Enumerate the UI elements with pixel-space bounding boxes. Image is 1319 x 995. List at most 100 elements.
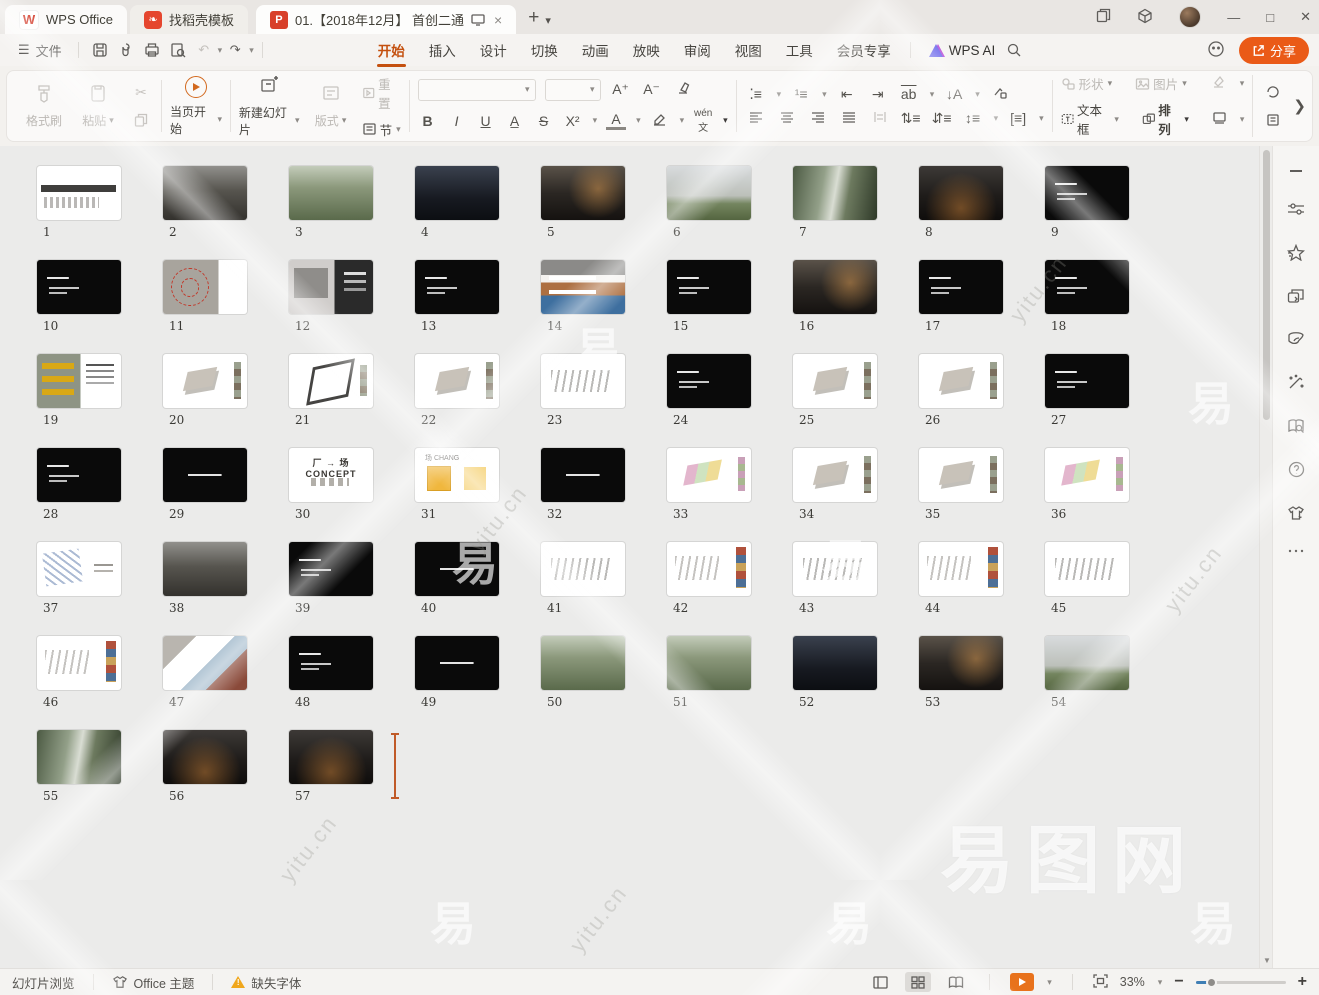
slide-thumbnail-13[interactable] [415,260,499,314]
more-options-icon[interactable] [1287,548,1305,554]
ribbon-tab-开始[interactable]: 开始 [367,35,416,65]
italic-button[interactable]: I [447,113,467,129]
slide-thumbnail-26[interactable] [919,354,1003,408]
signature-hand-icon[interactable] [1287,331,1305,347]
bullet-list-icon[interactable]: ⁚≡ [745,86,767,103]
tab-document[interactable]: P 01.【2018年12月】 首创二通 × [256,5,516,34]
new-tab-button[interactable]: + [528,7,539,29]
decrease-font-icon[interactable]: A⁻ [641,81,663,98]
normal-view-button[interactable] [867,972,893,992]
slide-thumbnail-6[interactable] [667,166,751,220]
slide-thumbnail-25[interactable] [793,354,877,408]
tab-docer-templates[interactable]: ❧ 找稻壳模板 [130,5,248,34]
maximize-button[interactable]: □ [1266,10,1274,25]
quickbar-chevron-icon[interactable]: ▾ [249,45,254,56]
slide-thumbnail-52[interactable] [793,636,877,690]
line-spacing-icon[interactable]: ↕≡ [962,110,984,126]
section-button[interactable]: 节▾ [362,120,401,139]
redo-icon[interactable]: ↷ [222,39,248,61]
text-direction-icon[interactable]: ↓A [943,86,965,102]
slide-thumbnail-10[interactable] [37,260,121,314]
effects-star-icon[interactable] [1287,244,1305,261]
slide-thumbnail-23[interactable] [541,354,625,408]
zoom-slider[interactable] [1196,981,1286,984]
slide-thumbnail-38[interactable] [163,542,247,596]
wps-ai-button[interactable]: WPS AI [929,43,996,58]
fit-to-window-icon[interactable] [1093,974,1108,991]
slide-thumbnail-14[interactable] [541,260,625,314]
slide-thumbnail-39[interactable] [289,542,373,596]
theme-button[interactable]: Office 主题 [112,973,195,992]
ribbon-tab-插入[interactable]: 插入 [418,35,467,65]
column-spacing-icon[interactable]: ⇵≡ [931,110,953,127]
slide-thumbnail-44[interactable] [919,542,1003,596]
align-right-icon[interactable] [807,110,829,126]
slide-thumbnail-36[interactable] [1045,448,1129,502]
scrollbar-down-arrow-icon[interactable]: ▼ [1263,956,1271,965]
align-objects-icon[interactable]: [≡] [1007,110,1029,126]
window-stack-icon[interactable] [1096,8,1111,26]
animation-swap-icon[interactable] [1287,288,1305,304]
slide-thumbnail-15[interactable] [667,260,751,314]
scrollbar-thumb[interactable] [1263,150,1270,420]
ribbon-tab-工具[interactable]: 工具 [775,35,824,65]
textbox-button[interactable]: 文本框▾ [1061,100,1119,138]
slide-thumbnail-29[interactable] [163,448,247,502]
slide-thumbnail-45[interactable] [1045,542,1129,596]
justify-icon[interactable] [838,110,860,126]
slideshow-settings-icon[interactable] [1210,111,1230,128]
align-center-icon[interactable] [776,110,798,126]
numbered-list-icon[interactable]: ¹≡ [790,86,812,102]
increase-font-icon[interactable]: A⁺ [610,81,632,98]
properties-sliders-icon[interactable] [1287,201,1305,217]
slide-thumbnail-3[interactable] [289,166,373,220]
help-icon[interactable] [1288,461,1305,478]
slide-thumbnail-18[interactable] [1045,260,1129,314]
slide-thumbnail-48[interactable] [289,636,373,690]
tab-wps-home[interactable]: W WPS Office [5,5,127,34]
slide-thumbnail-55[interactable] [37,730,121,784]
zoom-in-button[interactable]: + [1298,973,1307,991]
ribbon-tab-切换[interactable]: 切换 [520,35,569,65]
tab-close-icon[interactable]: × [494,12,502,28]
pinyin-guide-button[interactable]: wén文 [693,108,713,134]
slide-thumbnail-7[interactable] [793,166,877,220]
3d-cube-icon[interactable] [1137,8,1153,27]
document-find-icon[interactable] [1287,418,1305,434]
print-preview-icon[interactable] [165,39,191,61]
slide-thumbnail-35[interactable] [919,448,1003,502]
sticker-icon[interactable] [1207,40,1225,61]
ribbon-tab-放映[interactable]: 放映 [622,35,671,65]
char-border-button[interactable]: A̲ [505,113,525,129]
slide-sorter-view-button[interactable] [905,972,931,992]
clear-format-icon[interactable] [672,81,694,98]
play-options-chevron-icon[interactable]: ▾ [1047,977,1052,988]
slide-thumbnail-4[interactable] [415,166,499,220]
missing-font-warning[interactable]: 缺失字体 [231,973,301,992]
char-spacing-icon[interactable]: ab [898,86,920,102]
ribbon-tab-视图[interactable]: 视图 [724,35,773,65]
toolbar-expand-chevron-icon[interactable]: ❯ [1293,97,1306,115]
vertical-scrollbar[interactable]: ▼ [1259,146,1272,968]
magic-wand-icon[interactable] [1287,374,1305,391]
slide-thumbnail-53[interactable] [919,636,1003,690]
play-from-current-button[interactable]: 当页开始▾ [170,76,222,137]
user-avatar[interactable] [1179,6,1201,28]
ribbon-tab-审阅[interactable]: 审阅 [673,35,722,65]
slide-thumbnail-8[interactable] [919,166,1003,220]
present-mode-icon[interactable] [471,14,485,26]
slide-thumbnail-11[interactable] [163,260,247,314]
minimize-button[interactable]: — [1227,10,1240,25]
font-size-select[interactable]: ▾ [545,79,601,101]
slide-thumbnail-12[interactable] [289,260,373,314]
increase-indent-icon[interactable]: ⇥ [867,86,889,103]
slide-thumbnail-34[interactable] [793,448,877,502]
search-icon[interactable] [1001,39,1027,61]
ribbon-tab-会员专享[interactable]: 会员专享 [826,35,902,65]
underline-button[interactable]: U [476,113,496,129]
row-spacing-icon[interactable]: ⇅≡ [900,110,922,127]
slide-thumbnail-54[interactable] [1045,636,1129,690]
font-family-select[interactable]: ▾ [418,79,536,101]
slide-thumbnail-43[interactable] [793,542,877,596]
reading-view-button[interactable] [943,972,969,992]
